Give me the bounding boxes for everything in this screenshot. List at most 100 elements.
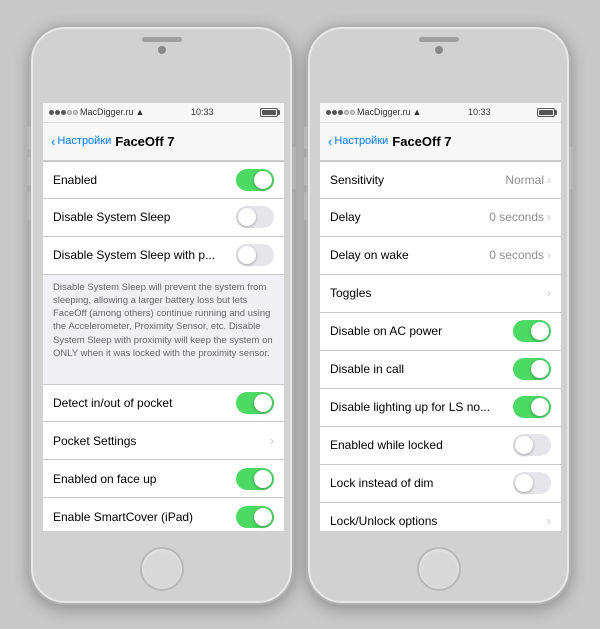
phone-top-2 bbox=[308, 27, 569, 103]
item-label-disable-lighting: Disable lighting up for LS no... bbox=[330, 400, 490, 414]
chevron-sensitivity: › bbox=[547, 173, 551, 187]
item-toggles[interactable]: Toggles › bbox=[320, 275, 561, 313]
back-arrow-icon-1: ‹ bbox=[51, 134, 55, 149]
back-button-2[interactable]: ‹ Настройки bbox=[328, 134, 388, 149]
status-bar-2: MacDigger.ru ▲ 10:33 bbox=[320, 103, 561, 123]
volume-down-button-2[interactable] bbox=[304, 192, 308, 220]
toggle-disable-call[interactable] bbox=[513, 358, 551, 380]
description-text-1: Disable System Sleep will prevent the sy… bbox=[43, 275, 284, 367]
delay-wake-value: 0 seconds bbox=[489, 248, 544, 262]
battery-2 bbox=[537, 108, 555, 117]
item-disable-sleep-prox: Disable System Sleep with p... bbox=[43, 237, 284, 275]
front-camera-2 bbox=[435, 46, 443, 54]
item-label-disable-call: Disable in call bbox=[330, 362, 404, 376]
phone-1: MacDigger.ru ▲ 10:33 ‹ Настройки bbox=[29, 25, 294, 605]
power-button-2[interactable] bbox=[569, 147, 573, 189]
nav-bar-2: ‹ Настройки FaceOff 7 bbox=[320, 123, 561, 161]
item-label-detect-pocket: Detect in/out of pocket bbox=[53, 396, 172, 410]
section-main-2: Sensitivity Normal › Delay 0 seconds › bbox=[320, 161, 561, 531]
toggle-lock-dim[interactable] bbox=[513, 472, 551, 494]
status-bar-1: MacDigger.ru ▲ 10:33 bbox=[43, 103, 284, 123]
volume-up-button[interactable] bbox=[27, 157, 31, 185]
item-pocket-settings[interactable]: Pocket Settings › bbox=[43, 422, 284, 460]
section-gap-1 bbox=[43, 366, 284, 384]
item-label-lock-dim: Lock instead of dim bbox=[330, 476, 433, 490]
item-disable-call: Disable in call bbox=[320, 351, 561, 389]
signal-dot2-1 bbox=[326, 110, 331, 115]
toggle-disable-lighting[interactable] bbox=[513, 396, 551, 418]
item-label-disable-ac: Disable on AC power bbox=[330, 324, 442, 338]
item-smartcover: Enable SmartCover (iPad) bbox=[43, 498, 284, 530]
signal-dot-1 bbox=[49, 110, 54, 115]
signal-dot-5 bbox=[73, 110, 78, 115]
screen-1: MacDigger.ru ▲ 10:33 ‹ Настройки bbox=[43, 103, 284, 531]
chevron-delay: › bbox=[547, 210, 551, 224]
toggle-smartcover[interactable] bbox=[236, 506, 274, 528]
item-sensitivity[interactable]: Sensitivity Normal › bbox=[320, 161, 561, 199]
volume-down-button[interactable] bbox=[27, 192, 31, 220]
item-label-disable-sleep-prox: Disable System Sleep with p... bbox=[53, 248, 215, 262]
front-camera bbox=[158, 46, 166, 54]
item-disable-lighting: Disable lighting up for LS no... bbox=[320, 389, 561, 427]
item-label-lock-unlock: Lock/Unlock options bbox=[330, 514, 437, 528]
page-title-1: FaceOff 7 bbox=[115, 134, 174, 149]
item-label-delay: Delay bbox=[330, 210, 361, 224]
item-label-disable-sleep: Disable System Sleep bbox=[53, 210, 170, 224]
signal-dot2-3 bbox=[338, 110, 343, 115]
carrier-name-1: MacDigger.ru bbox=[80, 107, 134, 117]
item-delay-wake[interactable]: Delay on wake 0 seconds › bbox=[320, 237, 561, 275]
item-disable-sleep: Disable System Sleep bbox=[43, 199, 284, 237]
back-arrow-icon-2: ‹ bbox=[328, 134, 332, 149]
toggle-disable-sleep[interactable] bbox=[236, 206, 274, 228]
time-2: 10:33 bbox=[468, 107, 491, 117]
item-label-smartcover: Enable SmartCover (iPad) bbox=[53, 510, 193, 524]
toggle-disable-sleep-prox[interactable] bbox=[236, 244, 274, 266]
signal-dot-4 bbox=[67, 110, 72, 115]
back-label-2: Настройки bbox=[334, 135, 388, 147]
signal-dot-3 bbox=[61, 110, 66, 115]
mute-button-2[interactable] bbox=[304, 127, 308, 149]
item-label-toggles: Toggles bbox=[330, 286, 371, 300]
item-label-enabled: Enabled bbox=[53, 173, 97, 187]
wifi-icon-1: ▲ bbox=[136, 107, 145, 117]
item-label-delay-wake: Delay on wake bbox=[330, 248, 409, 262]
back-button-1[interactable]: ‹ Настройки bbox=[51, 134, 111, 149]
time-1: 10:33 bbox=[191, 107, 214, 117]
phone-top bbox=[31, 27, 292, 103]
speaker bbox=[142, 37, 182, 42]
item-enabled-locked: Enabled while locked bbox=[320, 427, 561, 465]
toggle-disable-ac[interactable] bbox=[513, 320, 551, 342]
screen-2: MacDigger.ru ▲ 10:33 ‹ Настройки bbox=[320, 103, 561, 531]
signal-dot-2 bbox=[55, 110, 60, 115]
item-lock-unlock[interactable]: Lock/Unlock options › bbox=[320, 503, 561, 531]
mute-button[interactable] bbox=[27, 127, 31, 149]
power-button[interactable] bbox=[292, 147, 296, 189]
toggle-detect-pocket[interactable] bbox=[236, 392, 274, 414]
signal-dot2-5 bbox=[350, 110, 355, 115]
toggle-enabled[interactable] bbox=[236, 169, 274, 191]
nav-bar-1: ‹ Настройки FaceOff 7 bbox=[43, 123, 284, 161]
signal-dot2-4 bbox=[344, 110, 349, 115]
toggle-enabled-locked[interactable] bbox=[513, 434, 551, 456]
item-label-pocket-settings: Pocket Settings bbox=[53, 434, 136, 448]
speaker-2 bbox=[419, 37, 459, 42]
home-button-2[interactable] bbox=[417, 547, 461, 591]
item-label-sensitivity: Sensitivity bbox=[330, 173, 384, 187]
home-button-1[interactable] bbox=[140, 547, 184, 591]
battery-1 bbox=[260, 108, 278, 117]
signal-dot2-2 bbox=[332, 110, 337, 115]
item-delay[interactable]: Delay 0 seconds › bbox=[320, 199, 561, 237]
chevron-icon-pocket: › bbox=[270, 434, 274, 448]
chevron-lock-unlock: › bbox=[547, 514, 551, 528]
sensitivity-value: Normal bbox=[505, 173, 544, 187]
chevron-delay-wake: › bbox=[547, 248, 551, 262]
toggle-face-up[interactable] bbox=[236, 468, 274, 490]
wifi-icon-2: ▲ bbox=[413, 107, 422, 117]
item-lock-dim: Lock instead of dim bbox=[320, 465, 561, 503]
volume-up-button-2[interactable] bbox=[304, 157, 308, 185]
item-label-enabled-locked: Enabled while locked bbox=[330, 438, 443, 452]
item-disable-ac: Disable on AC power bbox=[320, 313, 561, 351]
item-enabled: Enabled bbox=[43, 161, 284, 199]
section-pocket-1: Detect in/out of pocket Pocket Settings … bbox=[43, 384, 284, 530]
phone-2: MacDigger.ru ▲ 10:33 ‹ Настройки bbox=[306, 25, 571, 605]
